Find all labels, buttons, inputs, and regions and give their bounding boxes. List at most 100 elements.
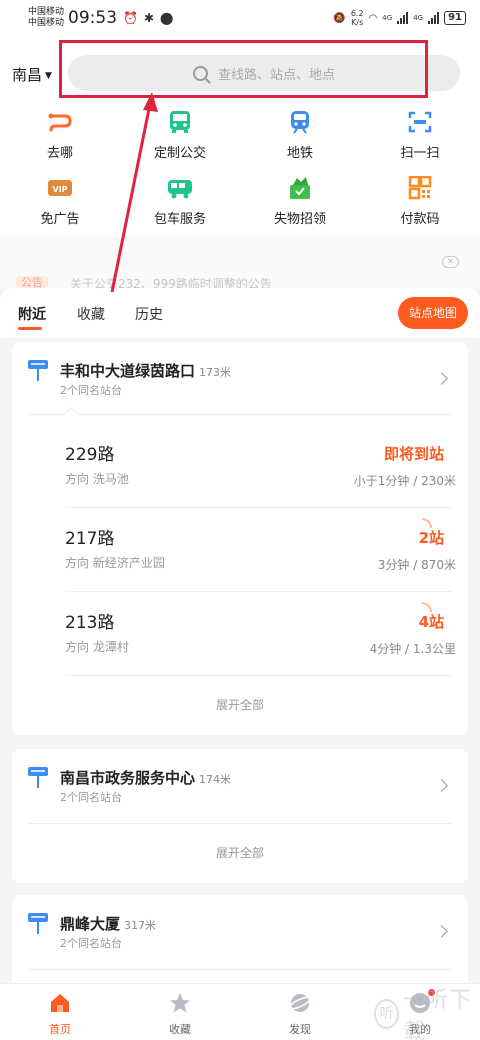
watermark-text: 一听下载	[403, 988, 473, 1040]
bus-stop-icon	[28, 767, 48, 789]
route-name: 217路	[65, 529, 115, 549]
stop-card: 鼎峰大厦 317米 2个同名站台	[12, 895, 468, 983]
watermark-logo-icon: 听	[374, 999, 400, 1029]
stop-header[interactable]: 鼎峰大厦 317米 2个同名站台	[12, 895, 468, 969]
alarm-icon: ⏰	[123, 11, 138, 25]
stop-name: 鼎峰大厦 317米	[60, 913, 156, 934]
stop-header[interactable]: 丰和中大道绿茵路口 173米 2个同名站台	[12, 342, 468, 414]
route-name: 213路	[65, 613, 115, 633]
scan-icon	[407, 110, 433, 134]
stop-header[interactable]: 南昌市政务服务中心 174米 2个同名站台	[12, 749, 468, 823]
mute-icon: 🔕	[333, 12, 346, 24]
charter-bus-icon	[167, 176, 193, 200]
speed-value: 6.2	[350, 9, 364, 18]
divider	[28, 969, 452, 970]
menu-label: 地铁	[286, 146, 313, 161]
location-icon: ⬤	[160, 11, 174, 25]
network-type-2: 4G	[413, 14, 424, 22]
nav-favorites[interactable]: 收藏	[120, 984, 240, 1040]
menu-label: 失物招领	[273, 212, 326, 227]
menu-item-lost-found[interactable]: 失物招领	[240, 176, 360, 234]
arrival-stops: 2站	[418, 529, 444, 547]
menu-label: 定制公交	[153, 146, 206, 161]
star-icon	[169, 992, 191, 1014]
carrier-info: 中国移动 中国移动	[28, 7, 64, 29]
same-name-count: 2个同名站台	[60, 791, 122, 804]
arrival-status: 即将到站	[383, 445, 444, 463]
stop-card: 南昌市政务服务中心 174米 2个同名站台 展开全部	[12, 749, 468, 883]
menu-item-destination[interactable]: 去哪	[0, 110, 120, 168]
divider	[28, 823, 452, 824]
menu-item-scan[interactable]: 扫一扫	[360, 110, 480, 168]
destination-icon	[47, 110, 73, 134]
status-bar: 中国移动 中国移动 09:53 ⏰ ✱ ⬤ 🔕 6.2 K/s ◠ 4G 4G …	[0, 0, 480, 36]
arrival-info: 3分钟 / 870米	[377, 558, 456, 572]
bluetooth-icon: ✱	[143, 11, 155, 25]
tab-favorites[interactable]: 收藏	[77, 304, 105, 324]
qr-code-icon	[407, 175, 433, 200]
function-menu: 去哪 定制公交 地铁 扫一扫 VIP 免广告 包车服务 失物招领 付款码	[0, 110, 480, 236]
tab-active-indicator	[18, 327, 42, 330]
chevron-right-icon	[435, 372, 448, 385]
route-row[interactable]: 217路 方向 新经济产业园 2站 3分钟 / 870米	[12, 508, 468, 592]
nav-label: 发现	[289, 1023, 311, 1036]
bus-stop-icon	[28, 913, 48, 935]
menu-label: 包车服务	[153, 212, 206, 227]
discover-icon	[289, 992, 311, 1014]
menu-item-metro[interactable]: 地铁	[240, 110, 360, 168]
route-row[interactable]: 229路 方向 洗马池 即将到站 小于1分钟 / 230米	[12, 424, 468, 508]
stop-name-text: 丰和中大道绿茵路口	[60, 362, 196, 380]
same-name-count: 2个同名站台	[60, 384, 122, 397]
battery-level: 91	[444, 11, 466, 25]
lost-found-icon	[287, 176, 313, 200]
nav-home[interactable]: 首页	[0, 984, 120, 1040]
nav-discover[interactable]: 发现	[240, 984, 360, 1040]
station-map-button[interactable]: 站点地图	[398, 297, 468, 329]
clock: 09:53	[68, 8, 118, 28]
bus-stop-icon	[28, 360, 48, 382]
route-row[interactable]: 213路 方向 龙潭村 4站 4分钟 / 1.3公里	[12, 592, 468, 676]
stop-distance: 173米	[199, 366, 232, 379]
network-type-1: 4G	[382, 14, 393, 22]
same-name-count: 2个同名站台	[60, 937, 122, 950]
notice-banner[interactable]: 公告 关于公交232、999路临时调整的公告 ✕	[0, 236, 480, 288]
wifi-icon: ◠	[368, 12, 378, 24]
network-speed: 6.2 K/s	[351, 9, 364, 27]
caret-down-icon: ▼	[45, 71, 52, 81]
menu-item-charter[interactable]: 包车服务	[120, 176, 240, 234]
menu-label: 去哪	[46, 146, 73, 161]
divider	[65, 675, 452, 676]
stop-name-text: 南昌市政务服务中心	[60, 769, 196, 787]
expand-all-button[interactable]: 展开全部	[12, 844, 468, 861]
stop-name-text: 鼎峰大厦	[60, 915, 121, 933]
menu-label: 免广告	[40, 212, 80, 227]
speed-unit: K/s	[351, 18, 364, 27]
highlight-box	[59, 40, 428, 98]
tab-history[interactable]: 历史	[135, 304, 163, 324]
carrier-2: 中国移动	[28, 18, 65, 28]
menu-label: 扫一扫	[400, 146, 440, 161]
expand-all-button[interactable]: 展开全部	[12, 696, 468, 713]
menu-item-pay-code[interactable]: 付款码	[360, 175, 480, 234]
menu-item-custom-bus[interactable]: 定制公交	[120, 110, 240, 168]
route-direction: 方向 洗马池	[65, 472, 129, 486]
metro-icon	[287, 110, 313, 134]
nav-label: 首页	[49, 1023, 71, 1036]
city-selector[interactable]: 南昌 ▼	[12, 64, 52, 85]
tab-nearby[interactable]: 附近	[18, 304, 46, 324]
home-icon	[49, 992, 71, 1014]
arrival-info: 小于1分钟 / 230米	[353, 474, 456, 488]
vip-icon: VIP	[47, 176, 73, 200]
nav-label: 收藏	[169, 1023, 191, 1036]
stop-card: 丰和中大道绿茵路口 173米 2个同名站台 229路 方向 洗马池 即将到站 小于…	[12, 342, 468, 735]
watermark: 听 一听下载	[374, 988, 478, 1040]
arrival-stops: 4站	[418, 613, 444, 631]
stop-distance: 174米	[199, 773, 232, 786]
route-direction: 方向 龙潭村	[65, 640, 129, 654]
bus-icon	[167, 110, 193, 134]
menu-item-no-ads[interactable]: VIP 免广告	[0, 176, 120, 234]
stop-name: 南昌市政务服务中心 174米	[60, 767, 231, 788]
close-icon[interactable]: ✕	[442, 256, 459, 268]
arrival-info: 4分钟 / 1.3公里	[369, 642, 456, 656]
notice-text: 关于公交232、999路临时调整的公告	[70, 277, 272, 288]
